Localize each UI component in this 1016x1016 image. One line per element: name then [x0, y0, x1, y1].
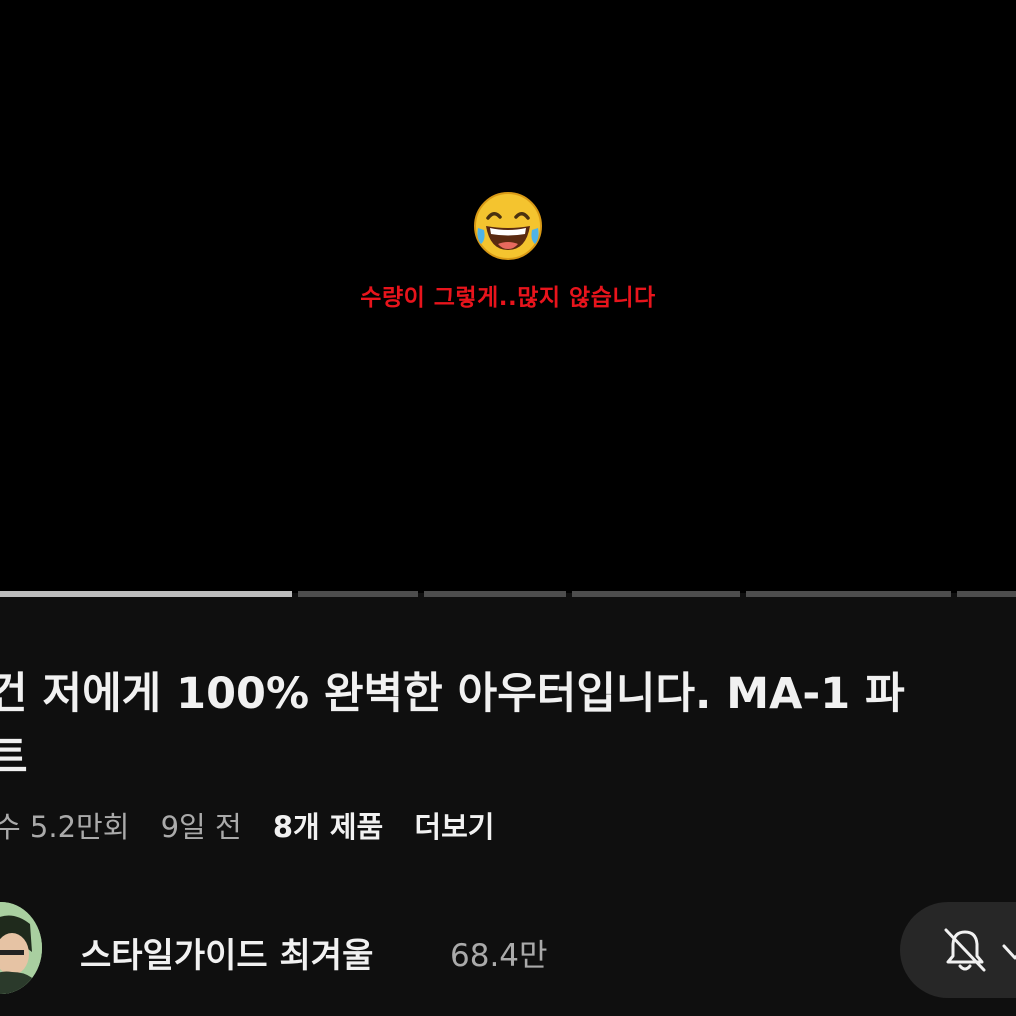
video-caption: 수량이 그렇게..많지 않습니다 [360, 285, 656, 311]
view-count: 수 5.2만회 [0, 810, 130, 844]
chapter-segment[interactable] [298, 591, 418, 597]
more-button[interactable]: 더보기 [414, 810, 494, 844]
laughing-emoji [474, 192, 542, 260]
shorts-watch-screen: 수량이 그렇게..많지 않습니다 건 저에게 100% 완벽한 아우터입니다. … [0, 0, 1016, 1016]
bell-off-icon [944, 928, 986, 972]
chapter-segment[interactable] [0, 591, 292, 597]
chapter-segment[interactable] [572, 591, 740, 597]
video-title-line-1: 건 저에게 100% 완벽한 아우터입니다. MA-1 파 [0, 669, 905, 719]
avatar-image [0, 902, 42, 994]
channel-avatar[interactable] [0, 902, 42, 994]
chapter-segment-fill [0, 591, 292, 597]
video-meta[interactable]: 수 5.2만회 9일 전 8개 제품 더보기 [0, 807, 516, 847]
chevron-down-icon [1002, 944, 1016, 960]
chapter-segment[interactable] [424, 591, 566, 597]
subscribed-button[interactable] [900, 902, 1016, 998]
upload-age: 9일 전 [160, 810, 242, 844]
chapter-segment[interactable] [746, 591, 951, 597]
video-title[interactable]: 건 저에게 100% 완벽한 아우터입니다. MA-1 파 트 [0, 662, 1016, 790]
video-player[interactable]: 수량이 그렇게..많지 않습니다 [0, 0, 1016, 593]
channel-name[interactable]: 스타일가이드 최겨울 [80, 928, 373, 977]
chapter-progress-bar[interactable] [0, 591, 1016, 597]
subscriber-count: 68.4만 [450, 938, 548, 974]
chapter-segment[interactable] [957, 591, 1016, 597]
product-count: 8개 제품 [272, 810, 384, 844]
video-title-line-2: 트 [0, 733, 28, 783]
